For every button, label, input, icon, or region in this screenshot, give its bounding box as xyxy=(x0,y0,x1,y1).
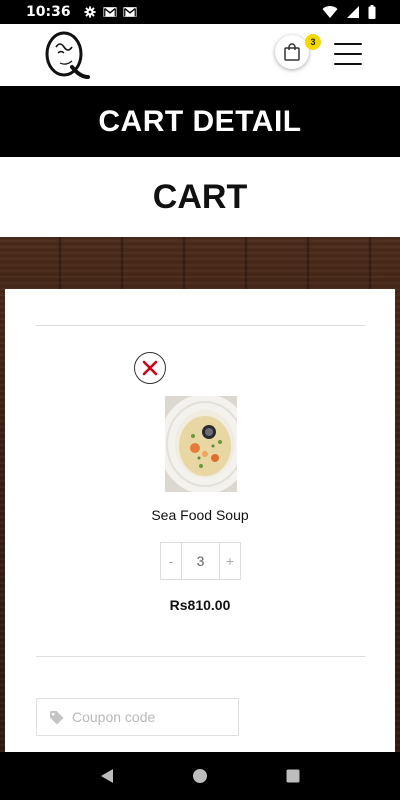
battery-icon xyxy=(368,5,376,19)
shopping-bag-icon xyxy=(284,43,300,61)
back-icon[interactable] xyxy=(99,768,115,784)
coupon-input[interactable] xyxy=(72,709,222,725)
increment-button[interactable]: + xyxy=(220,543,240,579)
wifi-icon xyxy=(322,6,338,19)
quantity-stepper: - 3 + xyxy=(160,542,241,580)
divider xyxy=(36,325,365,326)
close-icon xyxy=(142,360,158,376)
cart-button[interactable] xyxy=(275,35,309,69)
menu-line xyxy=(334,53,362,55)
product-image[interactable] xyxy=(165,396,237,492)
status-bar: 10:36 xyxy=(0,0,400,24)
gmail-icon xyxy=(123,7,137,17)
cart-count-badge: 3 xyxy=(305,34,321,50)
item-price: Rs810.00 xyxy=(169,597,231,613)
coupon-field[interactable] xyxy=(36,698,239,736)
quantity-input[interactable]: 3 xyxy=(181,543,220,579)
status-time: 10:36 xyxy=(26,4,71,20)
recents-icon[interactable] xyxy=(285,768,301,784)
system-nav-bar xyxy=(0,752,400,800)
gmail-icon xyxy=(103,7,117,17)
menu-line xyxy=(334,63,362,65)
divider xyxy=(36,656,365,657)
gear-icon xyxy=(84,6,96,18)
cart-heading: CART xyxy=(0,157,400,237)
menu-line xyxy=(334,43,362,45)
app-header: 3 xyxy=(0,24,400,86)
tag-icon xyxy=(49,710,64,725)
product-name[interactable]: Sea Food Soup xyxy=(0,507,400,523)
restaurant-logo[interactable] xyxy=(38,27,94,83)
decrement-button[interactable]: - xyxy=(161,543,181,579)
signal-icon xyxy=(347,6,359,18)
home-icon[interactable] xyxy=(192,768,208,784)
page-banner: CART DETAIL xyxy=(0,86,400,157)
remove-item-button[interactable] xyxy=(134,352,166,384)
hamburger-menu-icon[interactable] xyxy=(334,43,362,65)
